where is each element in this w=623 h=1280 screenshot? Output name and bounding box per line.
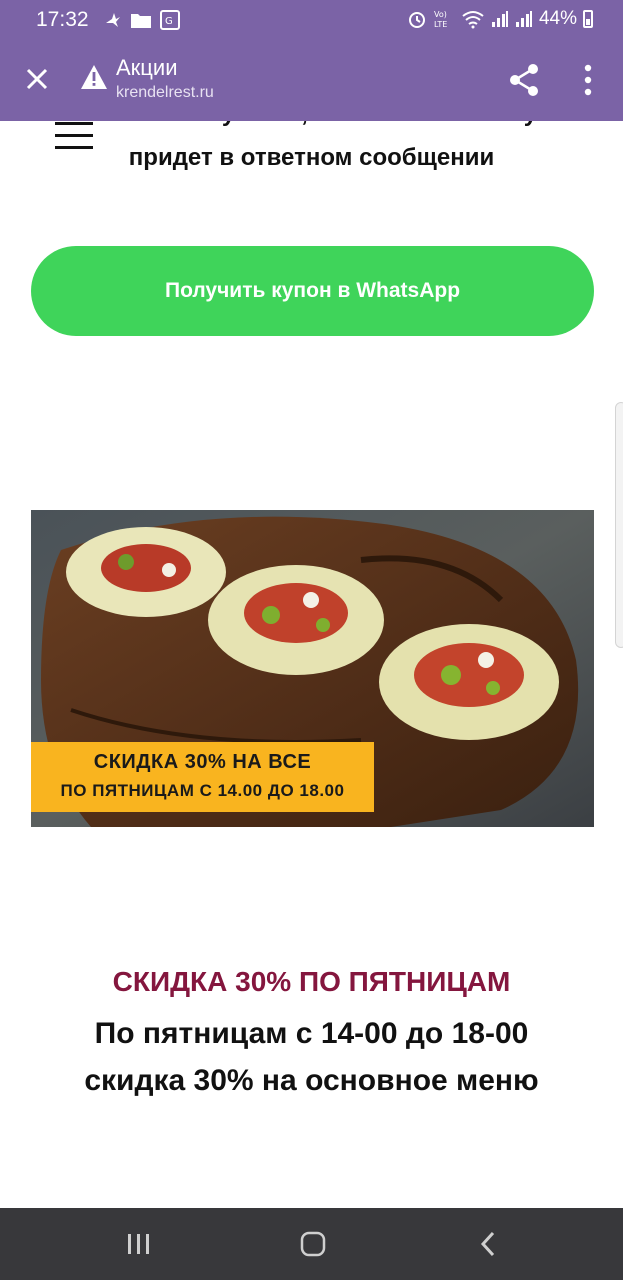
volte-icon: Vo)LTE: [434, 10, 447, 29]
warning-icon[interactable]: [80, 64, 108, 90]
signal-icon: [491, 11, 508, 27]
share-icon: [510, 64, 538, 96]
back-icon: [480, 1231, 495, 1257]
home-icon: [300, 1231, 326, 1257]
close-icon: [26, 68, 48, 90]
wifi-icon: [462, 11, 484, 29]
bird-icon: [106, 13, 120, 27]
menu-icon-line: [55, 146, 93, 149]
battery-icon: [583, 10, 593, 28]
alarm-icon: [408, 12, 425, 28]
promo-heading: СКИДКА 30% ПО ПЯТНИЦАМ: [112, 966, 511, 997]
menu-icon-line: [55, 134, 93, 137]
promo-banner-line2: ПО ПЯТНИЦАМ С 14.00 ДО 18.00: [60, 781, 345, 800]
close-button[interactable]: [20, 62, 54, 96]
promo-image: СКИДКА 30% НА ВСЕ ПО ПЯТНИЦАМ С 14.00 ДО…: [31, 510, 594, 827]
page-url: krendelrest.ru: [116, 84, 214, 101]
svg-text:G: G: [165, 16, 173, 27]
signal-icon: [515, 11, 532, 27]
status-time: 17:32: [36, 8, 89, 31]
folder-icon: [131, 14, 151, 28]
home-button[interactable]: [295, 1226, 331, 1262]
svg-text:LTE: LTE: [434, 20, 447, 29]
translate-icon: G: [160, 10, 180, 30]
status-bar: 17:32 G Vo) LTE 44%: [0, 0, 623, 40]
nav-bar: [0, 1208, 623, 1280]
app-bar: Акции krendelrest.ru: [0, 40, 623, 121]
recent-apps-button[interactable]: [121, 1226, 157, 1262]
back-button[interactable]: [470, 1226, 506, 1262]
page-title: Акции: [116, 55, 178, 80]
menu-icon-line: [55, 122, 93, 125]
more-vert-icon: [584, 64, 592, 96]
promo-banner: СКИДКА 30% НА ВСЕ ПО ПЯТНИЦАМ С 14.00 ДО…: [31, 742, 374, 812]
top-bar: 17:32 G Vo) LTE 44% Акции krendelrest.ru: [0, 0, 623, 121]
battery-percent: 44%: [538, 8, 577, 29]
svg-text:Vo): Vo): [434, 10, 447, 19]
recent-apps-icon: [128, 1234, 149, 1254]
title-block: Акции krendelrest.ru: [116, 54, 214, 104]
share-button[interactable]: [506, 62, 542, 98]
menu-button[interactable]: [55, 122, 93, 154]
whatsapp-coupon-button[interactable]: Получить купон в WhatsApp: [31, 246, 594, 336]
more-options-button[interactable]: [574, 62, 602, 98]
promo-banner-line1: СКИДКА 30% НА ВСЕ: [93, 751, 312, 773]
promo-description: По пятницам с 14-00 до 18-00 скидка 30% …: [84, 1017, 539, 1097]
scroll-handle[interactable]: [615, 402, 623, 648]
